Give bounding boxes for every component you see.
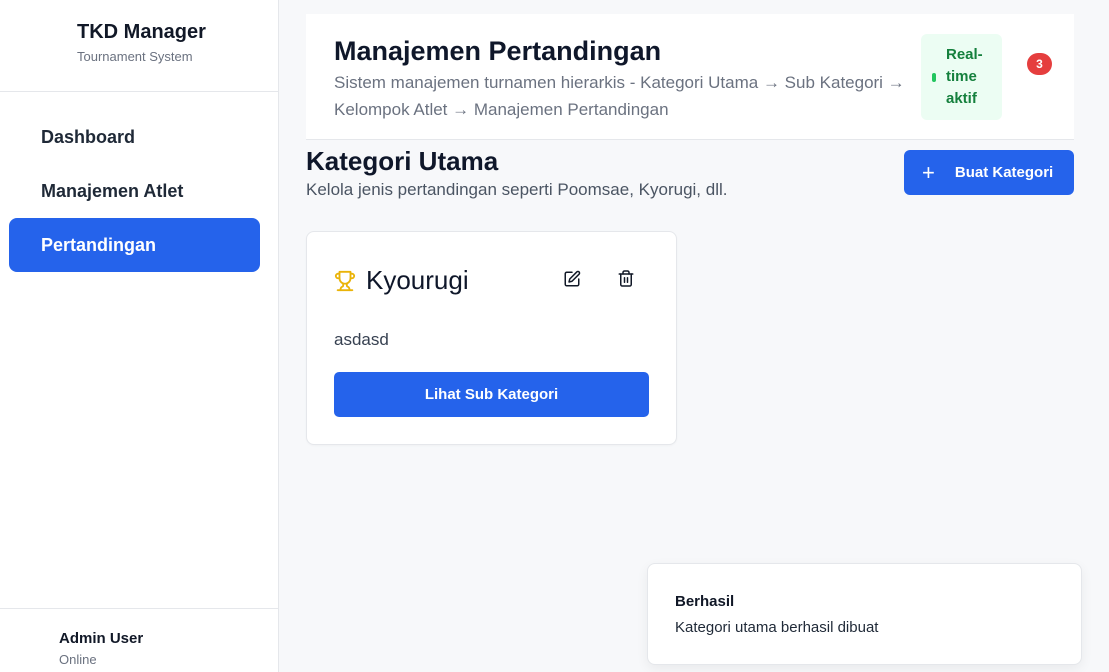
toast-title: Berhasil	[675, 593, 735, 610]
page-description: Sistem manajemen turnamen hierarkis - Ka…	[334, 73, 905, 119]
trophy-icon	[334, 270, 356, 291]
brand-title: TKD Manager	[77, 21, 206, 43]
sidebar: TKD Manager Tournament System Dashboard …	[0, 0, 279, 672]
realtime-status-badge: Real-time aktif	[921, 34, 1002, 120]
sidebar-item-manajemen-atlet[interactable]: Manajemen Atlet	[9, 164, 260, 218]
trash-icon[interactable]	[617, 269, 635, 288]
success-toast: Berhasil Kategori utama berhasil dibuat	[647, 563, 1082, 665]
category-name: Kyourugi	[366, 265, 469, 295]
category-card: Kyourugi asdasd Lihat Sub Kategori	[306, 231, 677, 445]
brand: TKD Manager Tournament System	[0, 0, 278, 92]
section-title: Kategori Utama	[306, 146, 499, 176]
sidebar-item-pertandingan[interactable]: Pertandingan	[9, 218, 260, 272]
brand-subtitle: Tournament System	[77, 49, 193, 64]
sidebar-nav: Dashboard Manajemen Atlet Pertandingan	[0, 92, 278, 272]
edit-icon[interactable]	[563, 270, 581, 288]
user-name: Admin User	[59, 630, 144, 647]
status-dot-icon	[932, 72, 936, 82]
create-category-button[interactable]: + Buat Kategori	[904, 150, 1074, 195]
page-title: Manajemen Pertandingan	[334, 36, 662, 66]
sidebar-item-dashboard[interactable]: Dashboard	[9, 110, 260, 164]
view-subcategory-button[interactable]: Lihat Sub Kategori	[334, 372, 649, 417]
section-description: Kelola jenis pertandingan seperti Poomsa…	[306, 180, 728, 199]
plus-icon: +	[922, 159, 935, 185]
notification-badge[interactable]: 3	[1027, 53, 1052, 75]
page-header: Manajemen Pertandingan Sistem manajemen …	[306, 14, 1074, 140]
user-profile[interactable]: Admin User Online	[0, 608, 278, 672]
category-description: asdasd	[334, 330, 389, 349]
realtime-label: Real-time aktif	[946, 46, 983, 107]
user-status: Online	[59, 652, 97, 667]
toast-message: Kategori utama berhasil dibuat	[675, 619, 879, 636]
create-category-label: Buat Kategori	[954, 164, 1054, 181]
category-title-row: Kyourugi	[334, 265, 469, 296]
